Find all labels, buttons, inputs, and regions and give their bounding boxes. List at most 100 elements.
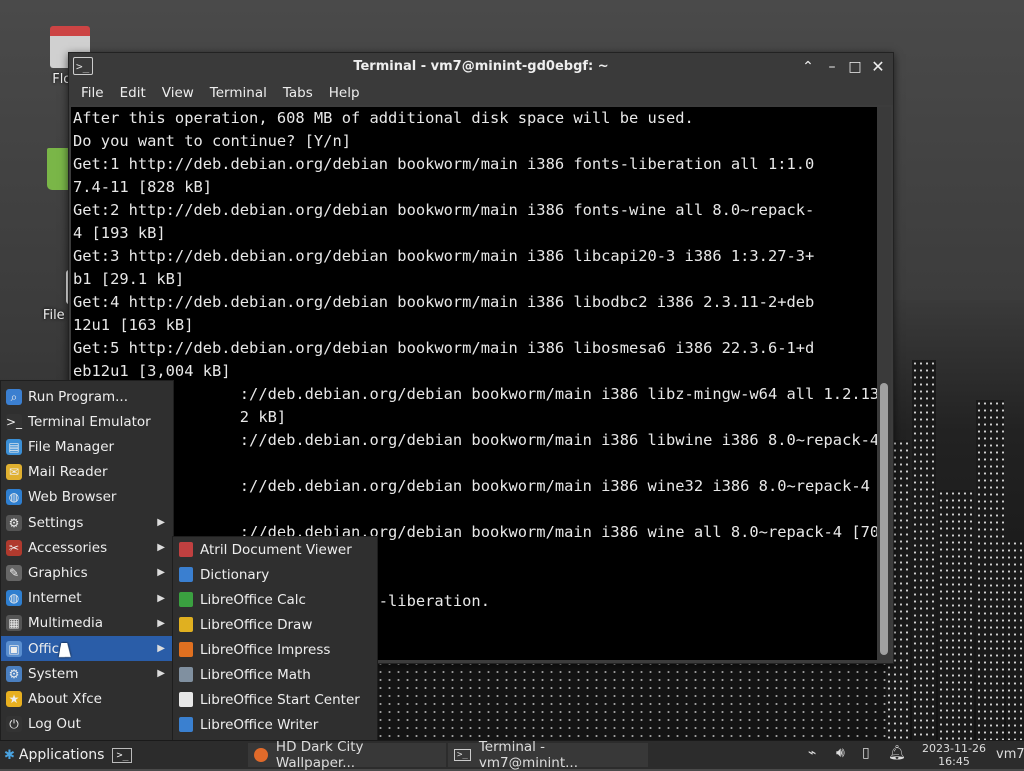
submenu-item-label: LibreOffice Impress (200, 641, 331, 658)
submenu-item-label: LibreOffice Math (200, 666, 311, 683)
terminal-line: Get:3 http://deb.debian.org/debian bookw… (73, 247, 815, 265)
terminal-line: ://deb.debian.org/debian bookworm/main i… (73, 477, 877, 495)
city-skyline (880, 300, 1024, 740)
impress-icon (179, 642, 193, 657)
menu-edit[interactable]: Edit (112, 85, 154, 101)
menu-item-label: About Xfce (28, 690, 102, 707)
globe-icon: ◍ (6, 489, 22, 506)
menu-item-web-browser[interactable]: ◍ Web Browser (1, 485, 173, 510)
folder-icon: ▤ (6, 438, 22, 455)
system-icon: ⚙ (6, 665, 22, 682)
task-wallpaper[interactable]: HD Dark City Wallpaper... (248, 739, 446, 771)
menu-item-label: Internet (28, 590, 82, 607)
internet-icon: ◍ (6, 590, 22, 607)
volume-icon[interactable]: 🔊︎ (836, 745, 845, 761)
terminal-line: Get:2 http://deb.debian.org/debian bookw… (73, 201, 815, 219)
menu-item-label: File Manager (28, 438, 115, 455)
office-icon: ▣ (6, 640, 22, 657)
submenu-item-libreoffice-calc[interactable]: LibreOffice Calc (173, 587, 377, 612)
terminal-line: Get:5 http://deb.debian.org/debian bookw… (73, 339, 815, 357)
shade-icon[interactable]: ⌃ (799, 58, 817, 76)
menu-item-run-program[interactable]: ⌕ Run Program... (1, 384, 173, 409)
terminal-launcher-icon[interactable]: >_ (112, 747, 133, 763)
logout-icon: ⏻ (6, 716, 22, 733)
network-icon[interactable]: ⌁ (808, 745, 816, 761)
submenu-item-libreoffice-draw[interactable]: LibreOffice Draw (173, 612, 377, 637)
terminal-line: Get:4 http://deb.debian.org/debian bookw… (73, 293, 815, 311)
mail-icon: ✉ (6, 464, 22, 481)
xfce-icon: ✱ (4, 747, 15, 763)
notification-bell-icon[interactable]: 🔔︎ (888, 745, 906, 761)
menu-item-file-manager[interactable]: ▤ File Manager (1, 434, 173, 459)
menu-item-log-out[interactable]: ⏻ Log Out (1, 712, 173, 737)
graphics-icon: ✎ (6, 564, 22, 581)
firefox-icon (254, 748, 268, 762)
terminal-icon: >_ (6, 413, 23, 430)
menu-file[interactable]: File (73, 85, 112, 101)
applications-button[interactable]: ✱ Applications >_ (0, 741, 133, 769)
submenu-item-libreoffice-impress[interactable]: LibreOffice Impress (173, 637, 377, 662)
submenu-item-atril-document-viewer[interactable]: Atril Document Viewer (173, 537, 377, 562)
menu-item-label: Multimedia (28, 615, 104, 632)
submenu-item-label: Dictionary (200, 566, 270, 583)
menu-item-about-xfce[interactable]: ★ About Xfce (1, 686, 173, 711)
menu-item-office[interactable]: ▣ Office ▶ (1, 636, 173, 661)
terminal-icon: >_ (454, 749, 471, 761)
menu-item-multimedia[interactable]: ▦ Multimedia ▶ (1, 611, 173, 636)
city-lights (376, 660, 886, 740)
submenu-item-libreoffice-start-center[interactable]: LibreOffice Start Center (173, 687, 377, 712)
terminal-line: 4 [193 kB] (73, 224, 166, 242)
scrollbar[interactable] (877, 107, 891, 660)
close-button[interactable]: ✕ (869, 58, 887, 76)
writer-icon (179, 717, 193, 732)
menu-item-graphics[interactable]: ✎ Graphics ▶ (1, 560, 173, 585)
menu-bar: File Edit View Terminal Tabs Help (69, 81, 893, 105)
applications-label: Applications (18, 747, 105, 763)
menu-item-system[interactable]: ⚙ System ▶ (1, 661, 173, 686)
submenu-item-label: LibreOffice Start Center (200, 691, 360, 708)
menu-item-accessories[interactable]: ✂ Accessories ▶ (1, 535, 173, 560)
task-terminal[interactable]: >_ Terminal - vm7@minint... (448, 739, 648, 771)
run-icon: ⌕ (6, 388, 22, 405)
submenu-item-label: LibreOffice Writer (200, 716, 319, 733)
menu-item-label: Settings (28, 514, 84, 531)
task-label: Terminal - vm7@minint... (478, 739, 579, 771)
minimize-button[interactable]: – (823, 58, 841, 76)
submenu-item-label: LibreOffice Calc (200, 591, 306, 608)
submenu-item-label: Atril Document Viewer (200, 541, 352, 558)
submenu-item-dictionary[interactable]: Dictionary (173, 562, 377, 587)
terminal-line: 7.4-11 [828 kB] (73, 178, 212, 196)
terminal-line: 2 kB] (73, 408, 287, 426)
clock-date: 2023-11-26 (922, 742, 986, 755)
menu-tabs[interactable]: Tabs (275, 85, 321, 101)
math-icon (179, 667, 193, 682)
menu-view[interactable]: View (154, 85, 202, 101)
clock[interactable]: 2023-11-26 16:45 (912, 742, 996, 768)
accessories-icon: ✂ (6, 539, 22, 556)
menu-item-internet[interactable]: ◍ Internet ▶ (1, 586, 173, 611)
scrollbar-thumb[interactable] (880, 383, 888, 655)
clock-time: 16:45 (938, 755, 970, 768)
battery-icon[interactable]: ▯ (862, 745, 870, 761)
menu-item-label: Log Out (28, 716, 81, 733)
chevron-right-icon: ▶ (157, 617, 165, 629)
menu-item-terminal-emulator[interactable]: >_ Terminal Emulator (1, 409, 173, 434)
menu-item-settings[interactable]: ⚙ Settings ▶ (1, 510, 173, 535)
submenu-item-libreoffice-writer[interactable]: LibreOffice Writer (173, 712, 377, 737)
maximize-button[interactable]: □ (846, 58, 864, 76)
star-icon: ★ (6, 690, 22, 707)
menu-item-mail-reader[interactable]: ✉ Mail Reader (1, 460, 173, 485)
submenu-item-libreoffice-math[interactable]: LibreOffice Math (173, 662, 377, 687)
calc-icon (179, 592, 193, 607)
title-bar[interactable]: >_ Terminal - vm7@minint-gd0ebgf: ~ ⌃ – … (69, 53, 893, 81)
menu-help[interactable]: Help (321, 85, 368, 101)
menu-item-label: Accessories (28, 539, 108, 556)
menu-item-label: Mail Reader (28, 464, 108, 481)
chevron-right-icon: ▶ (157, 517, 165, 528)
chevron-right-icon: ▶ (157, 668, 165, 680)
terminal-line: After this operation, 608 MB of addition… (73, 109, 694, 127)
menu-terminal[interactable]: Terminal (202, 85, 275, 101)
user-name[interactable]: vm7 (996, 747, 1024, 762)
applications-menu: ⌕ Run Program... >_ Terminal Emulator ▤ File … (0, 380, 174, 742)
